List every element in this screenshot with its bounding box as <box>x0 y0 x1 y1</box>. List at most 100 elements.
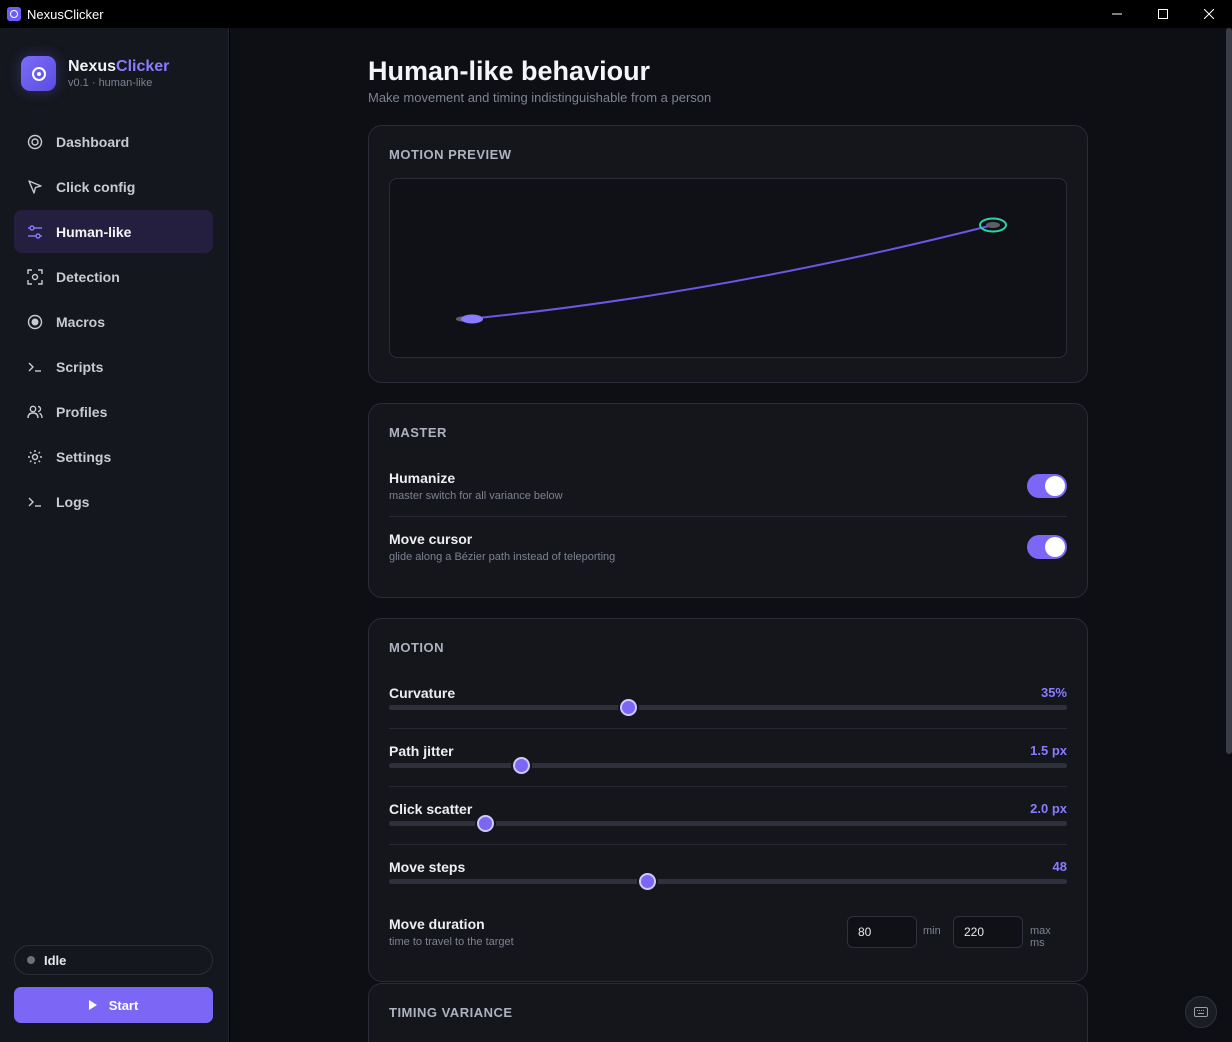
divider <box>389 516 1067 517</box>
sidebar-item-detection[interactable]: Detection <box>14 255 213 298</box>
duration-min-unit: min <box>923 925 941 937</box>
terminal-icon <box>27 359 43 375</box>
window-controls <box>1094 0 1232 28</box>
click-scatter-slider-thumb[interactable] <box>477 815 495 832</box>
card-title: MOTION <box>389 640 444 655</box>
sidebar-item-label: Human-like <box>56 223 132 240</box>
sliders-icon <box>27 224 43 240</box>
sidebar: NexusClicker v0.1 · human-like Dashboard… <box>0 28 229 1042</box>
slider-label: Click scatter <box>389 801 473 817</box>
minimize-button[interactable] <box>1094 0 1140 28</box>
status-dot-icon <box>27 956 35 964</box>
keyboard-shortcuts-button[interactable] <box>1185 996 1217 1028</box>
slider-label: Path jitter <box>389 743 454 759</box>
timing-variance-card: TIMING VARIANCE <box>368 983 1088 1042</box>
sidebar-item-settings[interactable]: Settings <box>14 435 213 478</box>
move-duration-row: Move duration time to travel to the targ… <box>389 916 1067 950</box>
status-badge: Idle <box>14 945 213 975</box>
sidebar-item-label: Detection <box>56 268 120 285</box>
motion-path-preview <box>456 217 1007 324</box>
slider-value: 48 <box>1052 859 1067 874</box>
slider-row: Curvature 35% <box>389 685 1067 717</box>
sidebar-item-macros[interactable]: Macros <box>14 300 213 343</box>
cursor-dot <box>461 314 483 324</box>
sidebar-nav: Dashboard Click config Human-like Detect… <box>14 120 213 525</box>
humanize-label: Humanize <box>389 470 456 486</box>
duration-max-unit: max ms <box>1030 925 1051 949</box>
motion-preview-canvas <box>389 178 1067 358</box>
start-button-label: Start <box>108 997 139 1013</box>
motion-card: MOTION Curvature 35% Path jitter 1.5 px … <box>368 618 1088 982</box>
brand-version: v0.1 · human-like <box>68 76 153 89</box>
slider-value: 1.5 px <box>1030 743 1067 758</box>
move-cursor-toggle[interactable] <box>1027 535 1067 559</box>
sidebar-item-label: Macros <box>56 313 106 330</box>
target-icon <box>27 134 43 150</box>
brand-logo-icon <box>21 56 56 91</box>
page-title: Human-like behaviour <box>368 56 651 86</box>
humanize-help: master switch for all variance below <box>389 490 563 502</box>
slider-label: Move steps <box>389 859 466 875</box>
move-steps-slider-track[interactable] <box>389 879 1067 884</box>
curvature-slider-thumb[interactable] <box>619 699 637 716</box>
humanize-toggle[interactable] <box>1027 474 1067 498</box>
sidebar-item-label: Logs <box>56 493 90 510</box>
page-subtitle: Make movement and timing indistinguishab… <box>368 90 712 105</box>
title-bar: NexusClicker <box>0 0 1232 28</box>
sidebar-item-label: Scripts <box>56 358 104 375</box>
sidebar-item-logs[interactable]: Logs <box>14 480 213 523</box>
master-card: MASTER Humanize master switch for all va… <box>368 403 1088 598</box>
card-title: TIMING VARIANCE <box>389 1005 513 1020</box>
brand-name: NexusClicker <box>68 57 170 75</box>
target-center <box>986 222 1000 228</box>
start-button[interactable]: Start <box>14 987 213 1023</box>
path-jitter-slider-thumb[interactable] <box>512 757 530 774</box>
sidebar-item-label: Settings <box>56 448 112 465</box>
gear-icon <box>27 449 43 465</box>
move-cursor-label: Move cursor <box>389 531 473 547</box>
card-title: MOTION PREVIEW <box>389 147 512 162</box>
divider <box>389 728 1067 729</box>
sidebar-item-label: Profiles <box>56 403 108 420</box>
path-jitter-slider-track[interactable] <box>389 763 1067 768</box>
move-steps-slider-thumb[interactable] <box>639 873 657 890</box>
motion-preview-card: MOTION PREVIEW <box>368 125 1088 383</box>
slider-row: Move steps 48 <box>389 859 1067 891</box>
maximize-button[interactable] <box>1140 0 1186 28</box>
duration-min-input[interactable] <box>847 916 917 948</box>
scan-icon <box>27 268 43 285</box>
humanize-row: Humanize master switch for all variance … <box>389 470 1067 502</box>
cursor-icon <box>27 179 43 195</box>
close-button[interactable] <box>1186 0 1232 28</box>
brand: NexusClicker v0.1 · human-like <box>21 56 169 91</box>
keyboard-icon <box>1194 1007 1208 1017</box>
status-label: Idle <box>44 952 67 968</box>
slider-label: Curvature <box>389 685 456 701</box>
maximize-icon <box>1158 9 1168 19</box>
window-title: NexusClicker <box>27 6 104 22</box>
sidebar-item-dashboard[interactable]: Dashboard <box>14 120 213 163</box>
slider-value: 35% <box>1040 685 1067 700</box>
terminal-icon <box>27 494 43 510</box>
duration-max-input[interactable] <box>953 916 1023 948</box>
scrollbar[interactable] <box>1226 28 1232 754</box>
divider <box>389 844 1067 845</box>
sidebar-item-click-config[interactable]: Click config <box>14 165 213 208</box>
sidebar-item-human-like[interactable]: Human-like <box>14 210 213 253</box>
app-icon <box>7 7 21 21</box>
sidebar-item-profiles[interactable]: Profiles <box>14 390 213 433</box>
slider-row: Path jitter 1.5 px <box>389 743 1067 775</box>
sidebar-item-label: Dashboard <box>56 133 130 150</box>
close-icon <box>1204 9 1214 19</box>
minimize-icon <box>1112 13 1122 15</box>
curvature-slider-track[interactable] <box>389 705 1067 710</box>
slider-value: 2.0 px <box>1030 801 1067 816</box>
sidebar-item-scripts[interactable]: Scripts <box>14 345 213 388</box>
divider <box>389 786 1067 787</box>
move-cursor-row: Move cursor glide along a Bézier path in… <box>389 531 1067 563</box>
record-icon <box>27 314 43 330</box>
bezier-path <box>467 224 994 320</box>
main-content: Human-like behaviour Make movement and t… <box>230 28 1232 1042</box>
slider-row: Click scatter 2.0 px <box>389 801 1067 833</box>
sidebar-item-label: Click config <box>56 178 136 195</box>
